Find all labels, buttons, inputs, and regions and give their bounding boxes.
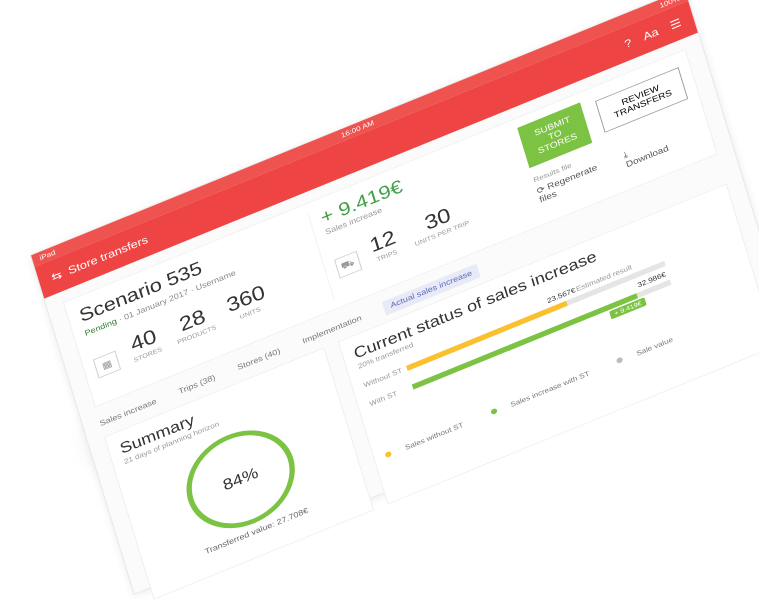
bar-label: With ST (368, 389, 399, 408)
stat-units: 360 Units (223, 279, 268, 321)
bar-label: Without ST (362, 366, 404, 390)
font-size-icon[interactable]: Aa (642, 25, 660, 43)
stat-trips: 12 Trips (366, 225, 399, 264)
tablet-screen: iPad 16:00 AM 100% ⇆ Store transfers ? A… (30, 0, 759, 600)
stat-units-per-trip: 30 Units per trip (413, 202, 471, 248)
stat-products: 28 Products (176, 304, 218, 346)
menu-icon[interactable]: ☰ (668, 16, 683, 33)
transfer-icon[interactable]: ⇆ (50, 268, 64, 284)
progress-percent: 84% (220, 464, 261, 494)
truck-icon: ⛟ (333, 250, 362, 279)
help-icon[interactable]: ? (623, 36, 633, 50)
store-icon: ▦ (92, 350, 122, 379)
stat-stores: 40 Stores (127, 324, 163, 364)
